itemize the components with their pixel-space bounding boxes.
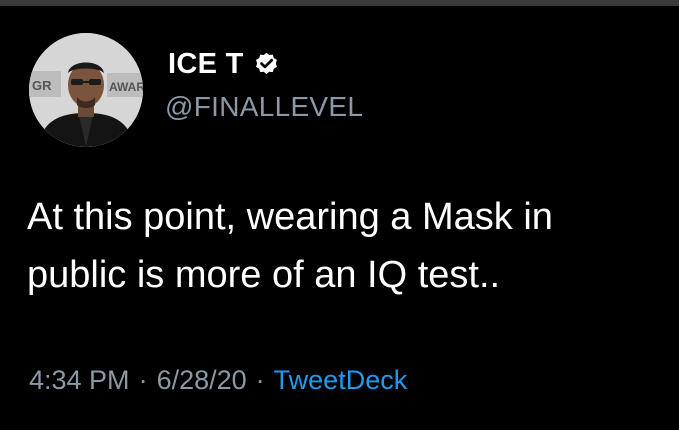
meta-separator: · [255,365,265,395]
tweet-text: At this point, wearing a Mask in public … [27,196,553,296]
tweet-time[interactable]: 4:34 PM [29,365,130,395]
avatar-photo: GR AWAR [29,33,143,147]
meta-separator: · [138,365,148,395]
display-name[interactable]: ICE T [168,46,244,82]
avatar[interactable]: GR AWAR [29,33,143,147]
avatar-backdrop-text-right: AWAR [109,80,143,94]
top-edge-bar [0,0,679,6]
tweet-screenshot: GR AWAR ICE T @FINALLEVEL At this point,… [0,0,679,430]
author-name-row[interactable]: ICE T [168,46,280,82]
tweet-date[interactable]: 6/28/20 [157,365,247,395]
tweet-meta: 4:34 PM · 6/28/20 · TweetDeck [29,363,407,397]
tweet-source-link[interactable]: TweetDeck [274,365,408,395]
user-handle[interactable]: @FINALLEVEL [165,90,363,124]
avatar-backdrop-text-left: GR [32,78,52,93]
verified-badge-icon [253,51,280,78]
